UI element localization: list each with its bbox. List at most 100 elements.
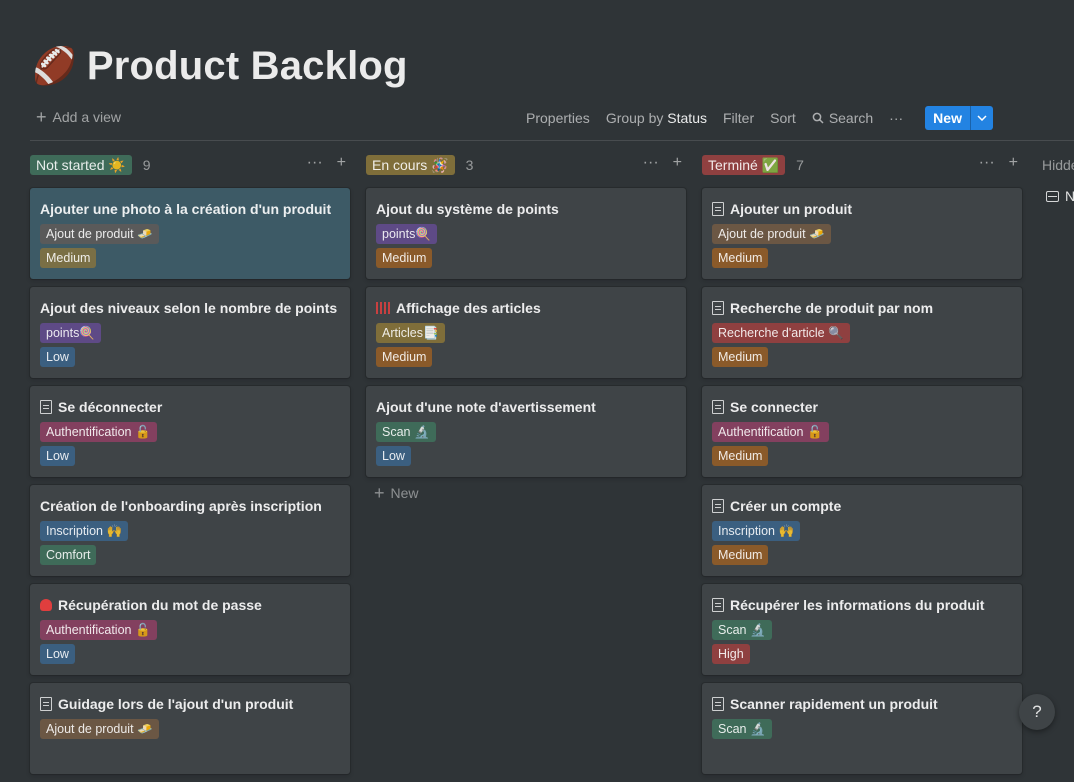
card-title: Récupérer les informations du produit <box>712 595 1012 615</box>
property-tag: Low <box>40 347 75 367</box>
property-tag: points🍭 <box>40 323 101 343</box>
board-card[interactable]: Guidage lors de l'ajout d'un produit Ajou… <box>30 683 350 774</box>
page-title[interactable]: Product Backlog <box>87 44 408 89</box>
new-button[interactable]: New <box>925 106 970 130</box>
card-title: Guidage lors de l'ajout d'un produit <box>40 694 340 714</box>
board-card[interactable]: Recherche de produit par nom Recherche d'… <box>702 287 1022 378</box>
card-tags: Ajout de produit 🧈 <box>40 719 340 739</box>
card-tags: Articles📑 Medium <box>376 323 676 367</box>
more-options-icon[interactable]: ··· <box>889 110 903 126</box>
card-title-text: Création de l'onboarding après inscripti… <box>40 498 322 514</box>
card-title-text: Guidage lors de l'ajout d'un produit <box>58 696 294 712</box>
board-card[interactable]: Scanner rapidement un produit Scan 🔬 <box>702 683 1022 774</box>
card-title: Recherche de produit par nom <box>712 298 1012 318</box>
card-tags: Scan 🔬 High <box>712 620 1012 664</box>
card-title-text: Ajout des niveaux selon le nombre de poi… <box>40 300 338 316</box>
board-card[interactable]: Ajouter une photo à la création d'un pro… <box>30 188 350 279</box>
view-toolbar: + Add a view Properties Group by Status … <box>30 104 1074 132</box>
property-tag: Medium <box>712 248 769 268</box>
card-title: Se connecter <box>712 397 1012 417</box>
new-card-label: New <box>390 485 419 501</box>
card-tags: Inscription 🙌 Medium <box>712 521 1012 565</box>
property-tag: Medium <box>376 248 433 268</box>
column-count: 7 <box>796 157 804 173</box>
filter-button[interactable]: Filter <box>723 110 754 126</box>
property-tag: Medium <box>712 446 769 466</box>
hidden-groups: Hidde N <box>1042 154 1074 204</box>
properties-button[interactable]: Properties <box>526 110 590 126</box>
board-card[interactable]: Affichage des articles Articles📑 Medium <box>366 287 686 378</box>
group-by-button[interactable]: Group by Status <box>606 110 707 126</box>
property-tag: Comfort <box>40 545 97 565</box>
hidden-group-label: N <box>1065 188 1074 204</box>
column-more-icon[interactable]: ··· <box>307 154 323 172</box>
new-card-button[interactable]: + New <box>366 484 686 502</box>
board-card[interactable]: Récupération du mot de passe Authentifica… <box>30 584 350 675</box>
page-icon <box>712 400 724 414</box>
board-card[interactable]: Se déconnecter Authentification 🔓 Low <box>30 386 350 477</box>
card-title: Ajout des niveaux selon le nombre de poi… <box>40 298 340 318</box>
column-header: Terminé ✅ 7 ··· + <box>702 154 1022 176</box>
board-card[interactable]: Ajouter un produit Ajout de produit 🧈 Medi… <box>702 188 1022 279</box>
hidden-groups-label: Hidde <box>1042 157 1074 173</box>
column-actions: ··· + <box>979 154 1018 172</box>
add-view-button[interactable]: + Add a view <box>36 108 121 126</box>
board-card[interactable]: Création de l'onboarding après inscripti… <box>30 485 350 576</box>
card-tags: points🍭 Low <box>40 323 340 367</box>
card-list: Ajouter un produit Ajout de produit 🧈 Medi… <box>702 188 1022 782</box>
add-view-label: Add a view <box>52 109 121 125</box>
column-count: 9 <box>142 157 151 173</box>
toolbar-divider <box>30 140 1074 141</box>
column-more-icon[interactable]: ··· <box>979 154 995 172</box>
property-tag: Ajout de produit 🧈 <box>712 224 831 244</box>
new-button-group: New <box>925 106 993 130</box>
column-add-icon[interactable]: + <box>337 154 346 172</box>
board-card[interactable]: Ajout des niveaux selon le nombre de poi… <box>30 287 350 378</box>
status-pill[interactable]: Not started ☀️ <box>30 155 132 175</box>
column-actions: ··· + <box>643 154 682 172</box>
bars-icon <box>376 302 390 314</box>
column-header: Not started ☀️ 9 ··· + <box>30 154 350 176</box>
red-shape-icon <box>40 599 52 611</box>
card-title-text: Ajouter une photo à la création d'un pro… <box>40 201 332 217</box>
page-header: 🏈 Product Backlog <box>32 40 408 92</box>
help-button[interactable]: ? <box>1019 694 1055 730</box>
column-more-icon[interactable]: ··· <box>643 154 659 172</box>
card-title-text: Ajout du système de points <box>376 201 559 217</box>
board-card[interactable]: Ajout d'une note d'avertissement Scan 🔬 Lo… <box>366 386 686 477</box>
card-tags: Authentification 🔓 Low <box>40 620 340 664</box>
property-tag: points🍭 <box>376 224 437 244</box>
property-tag: Scan 🔬 <box>712 719 772 739</box>
property-tag: High <box>712 644 750 664</box>
hidden-group-item[interactable]: N <box>1046 188 1074 204</box>
sort-button[interactable]: Sort <box>770 110 796 126</box>
property-tag: Low <box>40 446 75 466</box>
status-pill[interactable]: Terminé ✅ <box>702 155 786 175</box>
new-dropdown-button[interactable] <box>969 106 993 130</box>
card-title: Récupération du mot de passe <box>40 595 340 615</box>
property-tag: Low <box>376 446 411 466</box>
card-title: Création de l'onboarding après inscripti… <box>40 496 340 516</box>
board-card[interactable]: Se connecter Authentification 🔓 Medium <box>702 386 1022 477</box>
column-add-icon[interactable]: + <box>673 154 682 172</box>
property-tag: Medium <box>376 347 433 367</box>
column-add-icon[interactable]: + <box>1009 154 1018 172</box>
football-icon[interactable]: 🏈 <box>32 48 77 84</box>
board-card[interactable]: Ajout du système de points points🍭 Medium <box>366 188 686 279</box>
status-pill[interactable]: En cours 🪅 <box>366 155 455 175</box>
card-title-text: Scanner rapidement un produit <box>730 696 938 712</box>
card-tags: Ajout de produit 🧈 Medium <box>40 224 340 268</box>
column-count: 3 <box>465 157 474 173</box>
card-title: Créer un compte <box>712 496 1012 516</box>
board-card[interactable]: Récupérer les informations du produit Sca… <box>702 584 1022 675</box>
card-title: Ajout du système de points <box>376 199 676 219</box>
card-title: Affichage des articles <box>376 298 676 318</box>
property-tag: Articles📑 <box>376 323 445 343</box>
board-card[interactable]: Créer un compte Inscription 🙌 Medium <box>702 485 1022 576</box>
search-label: Search <box>828 110 874 126</box>
board-column: Terminé ✅ 7 ··· + Ajouter un produit Ajout de… <box>702 154 1022 774</box>
property-tag: Recherche d'article 🔍 <box>712 323 850 343</box>
card-tags: Authentification 🔓 Medium <box>712 422 1012 466</box>
group-by-value: Status <box>667 110 707 126</box>
search-button[interactable]: Search <box>812 110 873 126</box>
